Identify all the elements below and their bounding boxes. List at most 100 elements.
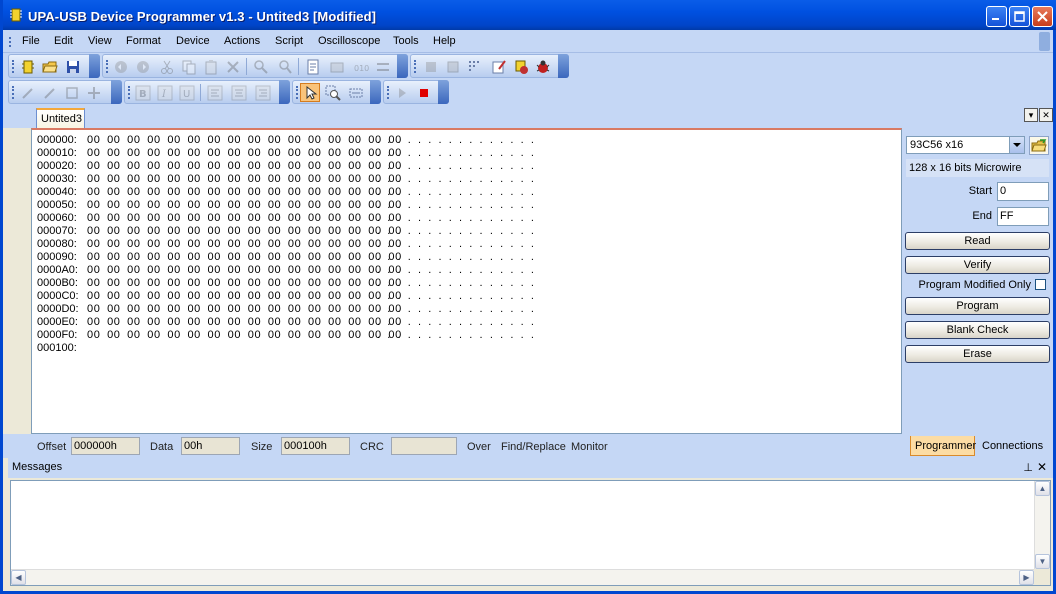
monitor-tab[interactable]: Monitor <box>571 441 608 453</box>
hex-bytes[interactable]: 00 00 00 00 00 00 00 00 00 00 00 00 00 0… <box>87 316 401 329</box>
grid-icon[interactable] <box>467 59 483 75</box>
run-icon[interactable] <box>394 85 410 101</box>
hex-row[interactable]: 0000B0: 00 00 00 00 00 00 00 00 00 00 00 … <box>37 277 541 290</box>
hex-row[interactable]: 0000D0: 00 00 00 00 00 00 00 00 00 00 00 … <box>37 303 541 316</box>
hex-bytes[interactable]: 00 00 00 00 00 00 00 00 00 00 00 00 00 0… <box>87 303 401 316</box>
block-icon[interactable] <box>423 59 439 75</box>
hex-bytes[interactable]: 00 00 00 00 00 00 00 00 00 00 00 00 00 0… <box>87 134 401 147</box>
toolbar-overflow-chevron[interactable] <box>397 54 408 78</box>
edit-document-icon[interactable] <box>491 59 507 75</box>
menu-format[interactable]: Format <box>126 35 161 47</box>
new-chip-icon[interactable] <box>20 59 36 75</box>
hex-bytes[interactable]: 00 00 00 00 00 00 00 00 00 00 00 00 00 0… <box>87 186 401 199</box>
menu-help[interactable]: Help <box>433 35 456 47</box>
underline-icon[interactable]: U <box>179 85 195 101</box>
menu-tools[interactable]: Tools <box>393 35 419 47</box>
menu-script[interactable]: Script <box>275 35 303 47</box>
configure-chip-icon[interactable] <box>513 59 529 75</box>
menu-grip[interactable] <box>9 37 11 47</box>
hex-bytes[interactable]: 00 00 00 00 00 00 00 00 00 00 00 00 00 0… <box>87 173 401 186</box>
scroll-right-icon[interactable]: ▶ <box>1019 570 1034 585</box>
hex-row[interactable]: 000030: 00 00 00 00 00 00 00 00 00 00 00 … <box>37 173 541 186</box>
hex-ascii[interactable]: ................ <box>377 303 541 316</box>
binary-icon[interactable]: 010 <box>353 59 369 75</box>
find-replace-tab[interactable]: Find/Replace <box>501 441 566 453</box>
tab-connections[interactable]: Connections <box>978 436 1050 456</box>
device-select[interactable]: 93C56 x16 <box>906 136 1025 154</box>
pointer-tool-active[interactable] <box>300 83 320 102</box>
document-icon[interactable] <box>305 59 321 75</box>
debug-bug-icon[interactable] <box>535 59 551 75</box>
toolbar-grip[interactable] <box>12 60 14 73</box>
delete-icon[interactable] <box>225 59 241 75</box>
zoom-select-icon[interactable] <box>325 85 341 101</box>
zoom-out-icon[interactable] <box>42 85 58 101</box>
hex-ascii[interactable]: ................ <box>377 277 541 290</box>
hex-row[interactable]: 000100: <box>37 342 541 355</box>
zoom-in-icon[interactable] <box>20 85 36 101</box>
hex-ascii[interactable]: ................ <box>377 134 541 147</box>
erase-button[interactable]: Erase <box>905 345 1050 363</box>
fill-icon[interactable] <box>329 59 345 75</box>
toolbar-overflow-chevron[interactable] <box>370 80 381 104</box>
toolbar-overflow-chevron[interactable] <box>558 54 569 78</box>
toolbar-overflow-chevron[interactable] <box>438 80 449 104</box>
hex-bytes[interactable]: 00 00 00 00 00 00 00 00 00 00 00 00 00 0… <box>87 225 401 238</box>
hex-ascii[interactable]: ................ <box>377 316 541 329</box>
hex-ascii[interactable]: ................ <box>377 173 541 186</box>
find-icon[interactable] <box>253 59 269 75</box>
hex-ascii[interactable]: ................ <box>377 147 541 160</box>
hex-ascii[interactable]: ................ <box>377 212 541 225</box>
chevron-down-icon[interactable] <box>1009 137 1024 153</box>
verify-button[interactable]: Verify <box>905 256 1050 274</box>
cut-icon[interactable] <box>159 59 175 75</box>
hex-bytes[interactable]: 00 00 00 00 00 00 00 00 00 00 00 00 00 0… <box>87 212 401 225</box>
hex-row[interactable]: 0000F0: 00 00 00 00 00 00 00 00 00 00 00 … <box>37 329 541 342</box>
fit-icon[interactable] <box>64 85 80 101</box>
close-icon[interactable]: ✕ <box>1037 460 1047 474</box>
hex-bytes[interactable]: 00 00 00 00 00 00 00 00 00 00 00 00 00 0… <box>87 238 401 251</box>
scroll-left-icon[interactable]: ◀ <box>11 570 26 585</box>
program-modified-only-checkbox[interactable] <box>1035 279 1046 290</box>
close-button[interactable] <box>1032 6 1053 27</box>
hex-ascii[interactable]: ................ <box>377 238 541 251</box>
toolbar-grip[interactable] <box>106 60 108 73</box>
tab-programmer[interactable]: Programmer <box>910 436 976 456</box>
menu-view[interactable]: View <box>88 35 112 47</box>
tab-list-dropdown[interactable]: ▾ <box>1024 108 1038 122</box>
toolbar-grip[interactable] <box>128 86 130 99</box>
program-button[interactable]: Program <box>905 297 1050 315</box>
italic-icon[interactable]: I <box>157 85 173 101</box>
hex-ascii[interactable]: ................ <box>377 186 541 199</box>
hex-bytes[interactable]: 00 00 00 00 00 00 00 00 00 00 00 00 00 0… <box>87 329 401 342</box>
hex-editor[interactable]: 000000: 00 00 00 00 00 00 00 00 00 00 00 … <box>31 128 902 434</box>
scroll-up-icon[interactable]: ▲ <box>1035 481 1050 496</box>
hex-bytes[interactable]: 00 00 00 00 00 00 00 00 00 00 00 00 00 0… <box>87 147 401 160</box>
toolbar-grip[interactable] <box>387 86 389 99</box>
toolbar-grip[interactable] <box>414 60 416 73</box>
maximize-button[interactable] <box>1009 6 1030 27</box>
menu-device[interactable]: Device <box>176 35 210 47</box>
pin-icon[interactable]: ⊥ <box>1023 461 1033 474</box>
open-folder-icon[interactable] <box>42 59 58 75</box>
block-select-icon[interactable] <box>445 59 461 75</box>
toolbar-grip[interactable] <box>296 86 298 99</box>
hex-row[interactable]: 0000C0: 00 00 00 00 00 00 00 00 00 00 00 … <box>37 290 541 303</box>
swap-icon[interactable] <box>375 59 391 75</box>
hex-row[interactable]: 000090: 00 00 00 00 00 00 00 00 00 00 00 … <box>37 251 541 264</box>
menu-overflow-chevron[interactable] <box>1039 32 1050 51</box>
hex-ascii[interactable]: ................ <box>377 160 541 173</box>
copy-icon[interactable] <box>181 59 197 75</box>
bold-icon[interactable]: B <box>135 85 151 101</box>
align-center-icon[interactable] <box>231 85 247 101</box>
hex-bytes[interactable]: 00 00 00 00 00 00 00 00 00 00 00 00 00 0… <box>87 290 401 303</box>
hex-row[interactable]: 000010: 00 00 00 00 00 00 00 00 00 00 00 … <box>37 147 541 160</box>
hex-ascii[interactable]: ................ <box>377 264 541 277</box>
paste-icon[interactable] <box>203 59 219 75</box>
hex-ascii[interactable]: ................ <box>377 199 541 212</box>
hex-bytes[interactable]: 00 00 00 00 00 00 00 00 00 00 00 00 00 0… <box>87 277 401 290</box>
hex-row[interactable]: 000070: 00 00 00 00 00 00 00 00 00 00 00 … <box>37 225 541 238</box>
hex-bytes[interactable]: 00 00 00 00 00 00 00 00 00 00 00 00 00 0… <box>87 160 401 173</box>
hex-ascii[interactable]: ................ <box>377 225 541 238</box>
move-icon[interactable] <box>86 85 102 101</box>
